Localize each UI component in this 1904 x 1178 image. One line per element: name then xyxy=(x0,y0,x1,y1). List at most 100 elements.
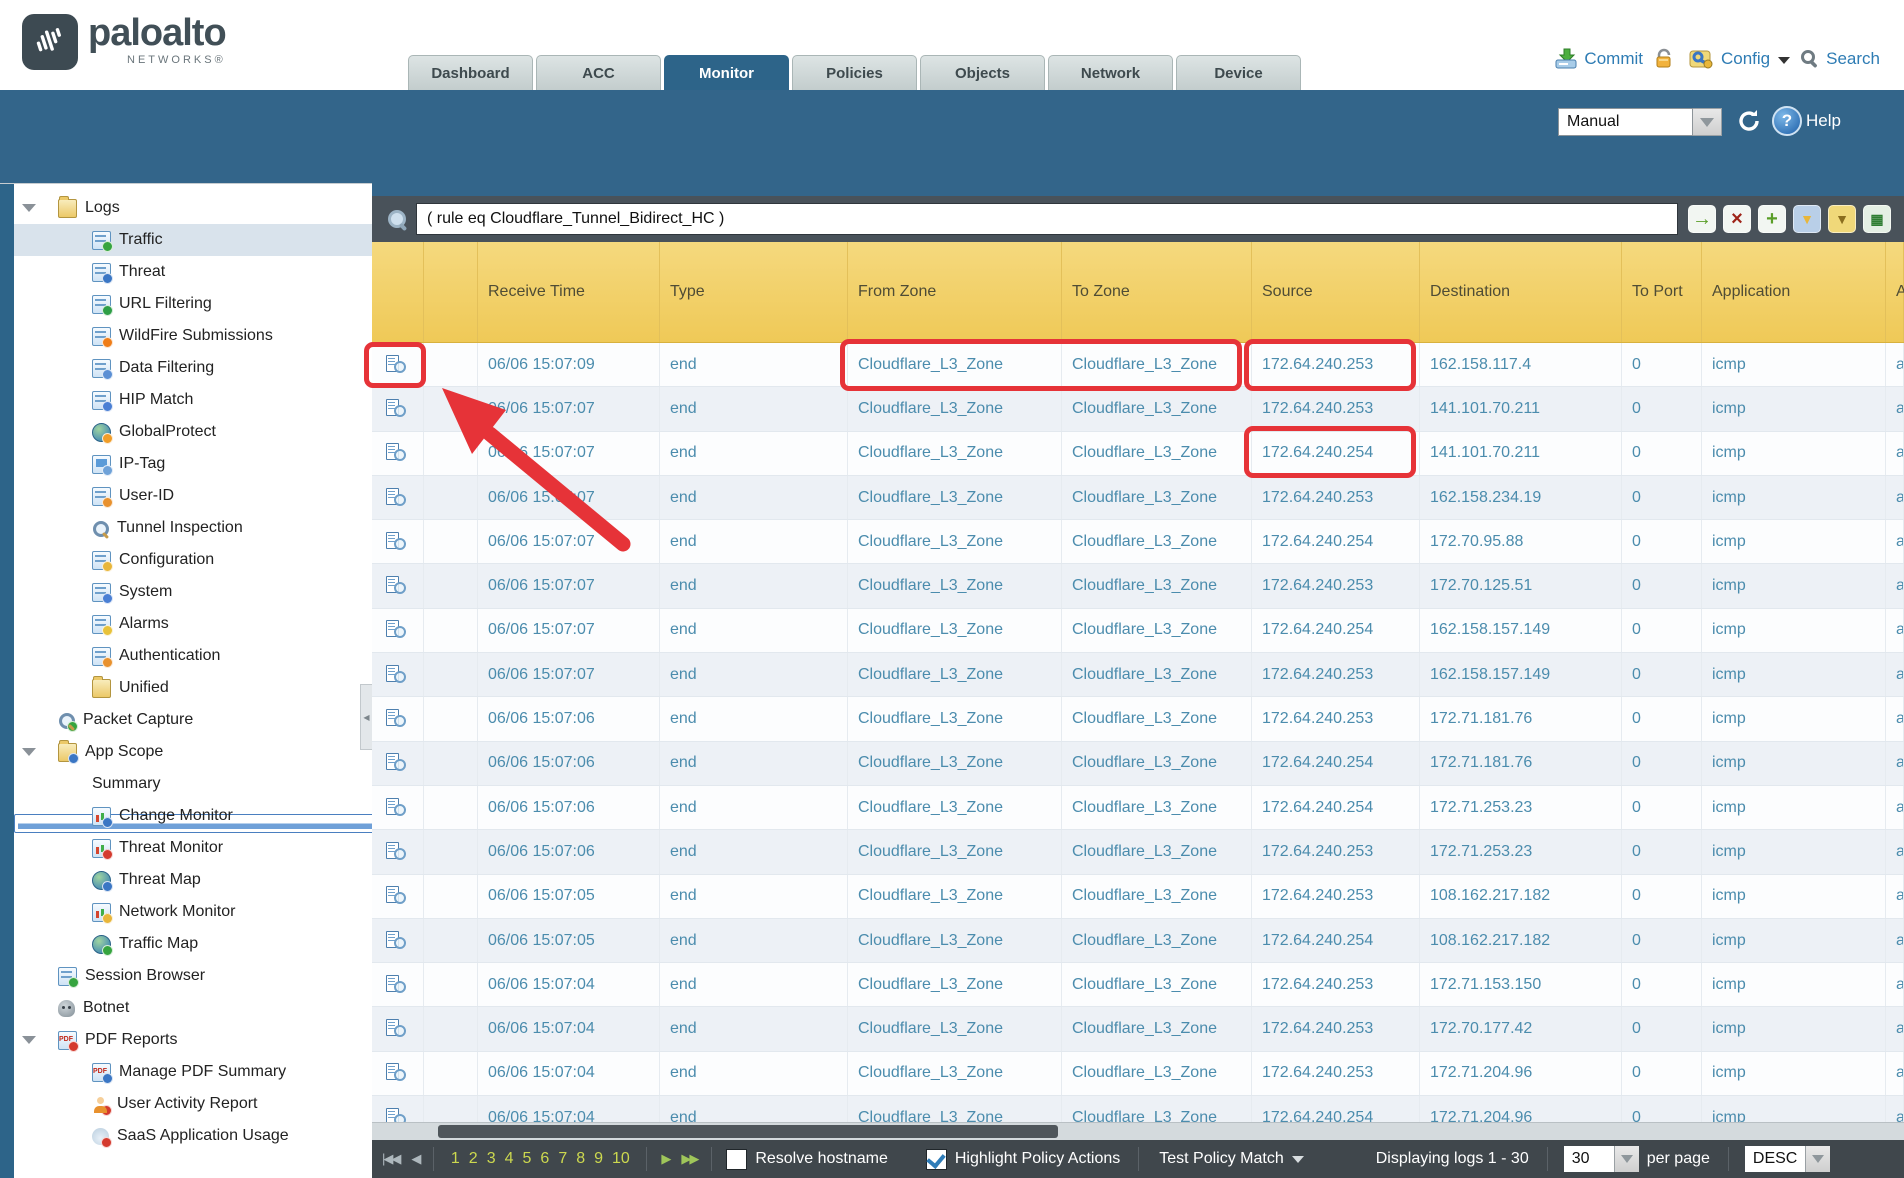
sidebar-item-user-id[interactable]: User-ID xyxy=(14,480,372,512)
sidebar-item-change-monitor[interactable]: Change Monitor xyxy=(14,800,372,832)
page-number-10[interactable]: 10 xyxy=(612,1150,630,1168)
tab-policies[interactable]: Policies xyxy=(792,55,917,90)
sidebar-item-manage-pdf-summary[interactable]: Manage PDF Summary xyxy=(14,1056,372,1088)
sidebar-item-threat[interactable]: Threat xyxy=(14,256,372,288)
log-detail-icon[interactable] xyxy=(386,842,406,862)
sidebar-item-hip-match[interactable]: HIP Match xyxy=(14,384,372,416)
sidebar-item-authentication[interactable]: Authentication xyxy=(14,640,372,672)
config-button[interactable]: Config xyxy=(1721,49,1770,69)
column-header-to-port[interactable]: To Port xyxy=(1622,242,1702,342)
next-page-button[interactable]: ▶ xyxy=(661,1151,669,1167)
sidebar-item-session-browser[interactable]: Session Browser xyxy=(14,960,372,992)
log-detail-icon[interactable] xyxy=(386,886,406,906)
config-caret-icon[interactable] xyxy=(1778,57,1790,64)
sidebar-item-globalprotect[interactable]: GlobalProtect xyxy=(14,416,372,448)
sidebar-item-pdf-reports[interactable]: PDF Reports xyxy=(14,1024,372,1056)
column-header-source[interactable]: Source xyxy=(1252,242,1420,342)
sidebar-item-packet-capture[interactable]: Packet Capture xyxy=(14,704,372,736)
horizontal-scrollbar-thumb[interactable] xyxy=(438,1125,1058,1138)
sidebar-item-url-filtering[interactable]: URL Filtering xyxy=(14,288,372,320)
tab-acc[interactable]: ACC xyxy=(536,55,661,90)
add-filter-icon[interactable]: + xyxy=(1758,205,1786,233)
page-number-5[interactable]: 5 xyxy=(523,1150,532,1168)
log-detail-icon[interactable] xyxy=(386,798,406,818)
log-detail-icon[interactable] xyxy=(386,709,406,729)
log-detail-icon[interactable] xyxy=(386,488,406,508)
clear-filter-icon[interactable]: × xyxy=(1723,205,1751,233)
per-page-dropdown-button[interactable] xyxy=(1614,1146,1639,1172)
sidebar-item-threat-monitor[interactable]: Threat Monitor xyxy=(14,832,372,864)
sidebar-item-traffic[interactable]: Traffic xyxy=(14,224,372,256)
column-header-destination[interactable]: Destination xyxy=(1420,242,1622,342)
commit-button[interactable]: Commit xyxy=(1584,49,1643,69)
log-detail-icon[interactable] xyxy=(386,975,406,995)
expander-triangle-icon[interactable] xyxy=(22,204,36,212)
column-header-type[interactable]: Type xyxy=(660,242,848,342)
tab-device[interactable]: Device xyxy=(1176,55,1301,90)
last-page-button[interactable]: ▶▶ xyxy=(681,1151,697,1167)
refresh-mode-select[interactable]: Manual xyxy=(1558,108,1722,136)
tab-dashboard[interactable]: Dashboard xyxy=(408,55,533,90)
search-button[interactable]: Search xyxy=(1826,49,1880,69)
log-detail-icon[interactable] xyxy=(386,665,406,685)
refresh-icon[interactable] xyxy=(1736,108,1762,134)
page-number-6[interactable]: 6 xyxy=(540,1150,549,1168)
refresh-mode-dropdown-button[interactable] xyxy=(1693,108,1722,136)
first-page-button[interactable]: |◀◀ xyxy=(382,1151,399,1167)
highlight-policy-actions-checkbox[interactable] xyxy=(926,1149,947,1170)
sidebar-item-botnet[interactable]: Botnet xyxy=(14,992,372,1024)
expander-triangle-icon[interactable] xyxy=(22,748,36,756)
horizontal-scrollbar[interactable] xyxy=(372,1122,1904,1141)
tab-network[interactable]: Network xyxy=(1048,55,1173,90)
page-number-4[interactable]: 4 xyxy=(505,1150,514,1168)
sidebar-item-configuration[interactable]: Configuration xyxy=(14,544,372,576)
log-detail-icon[interactable] xyxy=(386,443,406,463)
log-detail-icon[interactable] xyxy=(386,576,406,596)
tab-objects[interactable]: Objects xyxy=(920,55,1045,90)
apply-filter-icon[interactable]: → xyxy=(1688,205,1716,233)
log-detail-icon[interactable] xyxy=(386,753,406,773)
column-header-from-zone[interactable]: From Zone xyxy=(848,242,1062,342)
column-header-application[interactable]: Application xyxy=(1702,242,1886,342)
page-number-9[interactable]: 9 xyxy=(594,1150,603,1168)
sidebar-item-logs[interactable]: Logs xyxy=(14,192,372,224)
sidebar-item-network-monitor[interactable]: Network Monitor xyxy=(14,896,372,928)
sidebar-item-alarms[interactable]: Alarms xyxy=(14,608,372,640)
sort-order-dropdown-button[interactable] xyxy=(1805,1146,1830,1172)
filter-builder-icon[interactable]: ▼ xyxy=(1793,205,1821,233)
sidebar-item-app-scope[interactable]: App Scope xyxy=(14,736,372,768)
column-header-to-zone[interactable]: To Zone xyxy=(1062,242,1252,342)
sidebar-item-data-filtering[interactable]: Data Filtering xyxy=(14,352,372,384)
sidebar-item-summary[interactable]: Summary xyxy=(14,768,372,800)
sidebar-item-tunnel-inspection[interactable]: Tunnel Inspection xyxy=(14,512,372,544)
load-filter-icon[interactable]: ▼ xyxy=(1828,205,1856,233)
page-number-7[interactable]: 7 xyxy=(558,1150,567,1168)
column-header-a[interactable]: A xyxy=(1886,242,1904,342)
per-page-select[interactable]: 30 xyxy=(1564,1146,1639,1172)
log-detail-icon[interactable] xyxy=(386,355,406,375)
tab-monitor[interactable]: Monitor xyxy=(664,55,789,90)
log-detail-icon[interactable] xyxy=(386,1019,406,1039)
sidebar-item-wildfire-submissions[interactable]: WildFire Submissions xyxy=(14,320,372,352)
log-filter-input[interactable] xyxy=(416,203,1678,235)
sidebar-item-ip-tag[interactable]: IP-Tag xyxy=(14,448,372,480)
sidebar-item-threat-map[interactable]: Threat Map xyxy=(14,864,372,896)
export-csv-icon[interactable]: ▦ xyxy=(1863,205,1891,233)
sidebar-item-user-activity-report[interactable]: User Activity Report xyxy=(14,1088,372,1120)
sidebar-item-unified[interactable]: Unified xyxy=(14,672,372,704)
test-policy-match-button[interactable]: Test Policy Match xyxy=(1159,1150,1303,1168)
page-number-1[interactable]: 1 xyxy=(451,1150,460,1168)
resolve-hostname-checkbox[interactable] xyxy=(726,1149,747,1170)
sort-order-select[interactable]: DESC xyxy=(1745,1146,1830,1172)
page-number-2[interactable]: 2 xyxy=(469,1150,478,1168)
lock-icon[interactable] xyxy=(1653,48,1675,70)
help-button[interactable]: ? Help xyxy=(1772,106,1841,136)
log-detail-icon[interactable] xyxy=(386,1063,406,1083)
column-header-receive-time[interactable]: Receive Time xyxy=(478,242,660,342)
sidebar-item-system[interactable]: System xyxy=(14,576,372,608)
sidebar-item-saas-application-usage[interactable]: SaaS Application Usage xyxy=(14,1120,372,1152)
page-number-3[interactable]: 3 xyxy=(487,1150,496,1168)
log-detail-icon[interactable] xyxy=(386,620,406,640)
prev-page-button[interactable]: ◀ xyxy=(411,1151,419,1167)
page-number-8[interactable]: 8 xyxy=(576,1150,585,1168)
